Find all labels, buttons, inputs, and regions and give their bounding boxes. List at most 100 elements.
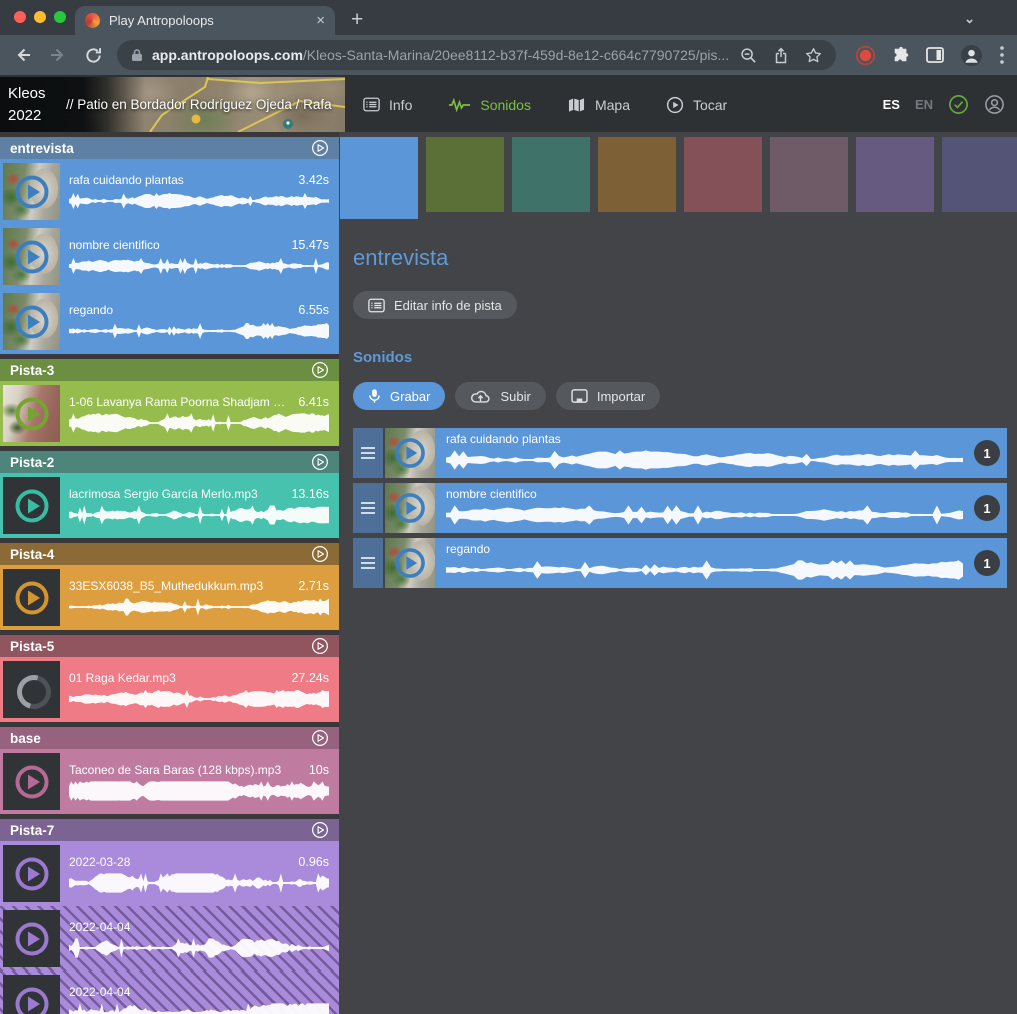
drag-handle[interactable]: [353, 483, 383, 533]
play-icon[interactable]: [12, 172, 52, 212]
grabar-button[interactable]: Grabar: [353, 382, 445, 410]
sound-thumbnail[interactable]: [385, 428, 435, 478]
nav-item-mapa[interactable]: Mapa: [567, 97, 630, 113]
track-color-tab-1[interactable]: [426, 137, 504, 212]
lang-en-button[interactable]: EN: [915, 97, 933, 112]
play-icon[interactable]: [392, 435, 428, 471]
sound-item[interactable]: 1-06 Lavanya Rama Poorna Shadjam Rupak..…: [0, 381, 339, 446]
track-play-icon[interactable]: [311, 545, 329, 563]
sound-item[interactable]: 2022-04-04: [0, 906, 339, 971]
sound-thumbnail[interactable]: [3, 661, 60, 718]
panel-sound-row[interactable]: nombre cientifico1: [353, 483, 1007, 533]
track-header[interactable]: Pista-2: [0, 451, 339, 473]
url-bar[interactable]: app.antropoloops.com/Kleos-Santa-Marina/…: [117, 40, 836, 70]
zoom-out-icon[interactable]: [740, 47, 757, 64]
sound-thumbnail[interactable]: [3, 975, 60, 1014]
new-tab-button[interactable]: +: [351, 9, 363, 30]
sound-item[interactable]: 2022-04-04: [0, 971, 339, 1014]
play-icon[interactable]: [12, 919, 52, 959]
play-icon[interactable]: [12, 302, 52, 342]
track-section: Pista-433ESX6038_B5_Muthedukkum.mp32.71s: [0, 543, 339, 630]
track-color-tab-5[interactable]: [770, 137, 848, 212]
sound-item[interactable]: rafa cuidando plantas3.42s: [0, 159, 339, 224]
track-play-icon[interactable]: [311, 637, 329, 655]
sound-thumbnail[interactable]: [3, 385, 60, 442]
sound-thumbnail[interactable]: [3, 910, 60, 967]
tab-search-chevron-icon[interactable]: ⌄: [964, 11, 975, 27]
track-color-tab-4[interactable]: [684, 137, 762, 212]
extensions-puzzle-icon[interactable]: [892, 46, 910, 64]
browser-tab[interactable]: Play Antropoloops ×: [75, 6, 335, 35]
drag-handle[interactable]: [353, 538, 383, 588]
bookmark-star-icon[interactable]: [805, 47, 822, 64]
play-icon[interactable]: [12, 394, 52, 434]
panel-sound-row[interactable]: rafa cuidando plantas1: [353, 428, 1007, 478]
play-icon[interactable]: [12, 984, 52, 1014]
minimize-window-button[interactable]: [34, 11, 46, 23]
nav-item-tocar[interactable]: Tocar: [666, 96, 727, 114]
sound-item[interactable]: regando6.55s: [0, 289, 339, 354]
forward-icon[interactable]: [47, 45, 69, 65]
close-window-button[interactable]: [14, 11, 26, 23]
sound-thumbnail[interactable]: [3, 753, 60, 810]
track-play-icon[interactable]: [311, 729, 329, 747]
importar-button[interactable]: Importar: [556, 382, 660, 410]
account-icon[interactable]: [984, 94, 1005, 115]
nav-item-sonidos[interactable]: Sonidos: [448, 97, 531, 113]
track-header[interactable]: Pista-4: [0, 543, 339, 565]
track-header[interactable]: Pista-3: [0, 359, 339, 381]
play-icon[interactable]: [392, 490, 428, 526]
sound-name: 2022-04-04: [69, 920, 321, 934]
side-panel-icon[interactable]: [926, 47, 944, 63]
app-logo[interactable]: Kleos 2022: [8, 83, 46, 127]
track-play-icon[interactable]: [311, 361, 329, 379]
zoom-window-button[interactable]: [54, 11, 66, 23]
track-header[interactable]: Pista-7: [0, 819, 339, 841]
play-icon[interactable]: [12, 578, 52, 618]
track-color-tab-2[interactable]: [512, 137, 590, 212]
track-play-icon[interactable]: [311, 821, 329, 839]
sound-thumbnail[interactable]: [385, 483, 435, 533]
sound-thumbnail[interactable]: [3, 477, 60, 534]
sound-item[interactable]: nombre cientifico15.47s: [0, 224, 339, 289]
play-icon[interactable]: [12, 486, 52, 526]
lang-es-button[interactable]: ES: [883, 97, 900, 112]
sound-thumbnail[interactable]: [3, 163, 60, 220]
reload-icon[interactable]: [82, 46, 104, 65]
back-icon[interactable]: [12, 45, 34, 65]
sound-thumbnail[interactable]: [3, 845, 60, 902]
track-play-icon[interactable]: [311, 453, 329, 471]
track-color-tab-0[interactable]: [340, 137, 418, 219]
record-extension-icon[interactable]: [855, 45, 876, 66]
play-icon[interactable]: [12, 237, 52, 277]
sound-thumbnail[interactable]: [3, 228, 60, 285]
play-icon[interactable]: [12, 762, 52, 802]
browser-menu-kebab-icon[interactable]: [999, 45, 1005, 65]
sound-item[interactable]: 01 Raga Kedar.mp327.24s: [0, 657, 339, 722]
track-header[interactable]: Pista-5: [0, 635, 339, 657]
sound-thumbnail[interactable]: [3, 293, 60, 350]
profile-avatar-icon[interactable]: [960, 44, 983, 67]
sound-item[interactable]: lacrimosa Sergio García Merlo.mp313.16s: [0, 473, 339, 538]
edit-track-info-button[interactable]: Editar info de pista: [353, 291, 517, 319]
track-color-tab-7[interactable]: [942, 137, 1017, 212]
track-header[interactable]: entrevista: [0, 137, 339, 159]
sound-item[interactable]: 2022-03-280.96s: [0, 841, 339, 906]
track-play-icon[interactable]: [311, 139, 329, 157]
nav-item-info[interactable]: Info: [363, 97, 412, 113]
sound-item[interactable]: 33ESX6038_B5_Muthedukkum.mp32.71s: [0, 565, 339, 630]
track-color-tab-3[interactable]: [598, 137, 676, 212]
track-header[interactable]: base: [0, 727, 339, 749]
share-icon[interactable]: [774, 47, 788, 64]
play-icon[interactable]: [392, 545, 428, 581]
panel-sound-row[interactable]: regando1: [353, 538, 1007, 588]
drag-handle[interactable]: [353, 428, 383, 478]
play-icon[interactable]: [12, 854, 52, 894]
sound-thumbnail[interactable]: [385, 538, 435, 588]
sound-thumbnail[interactable]: [3, 569, 60, 626]
tab-close-icon[interactable]: ×: [316, 13, 325, 28]
subir-button[interactable]: Subir: [455, 382, 545, 410]
sound-item[interactable]: Taconeo de Sara Baras (128 kbps).mp310s: [0, 749, 339, 814]
saved-check-icon[interactable]: [948, 94, 969, 115]
track-color-tab-6[interactable]: [856, 137, 934, 212]
